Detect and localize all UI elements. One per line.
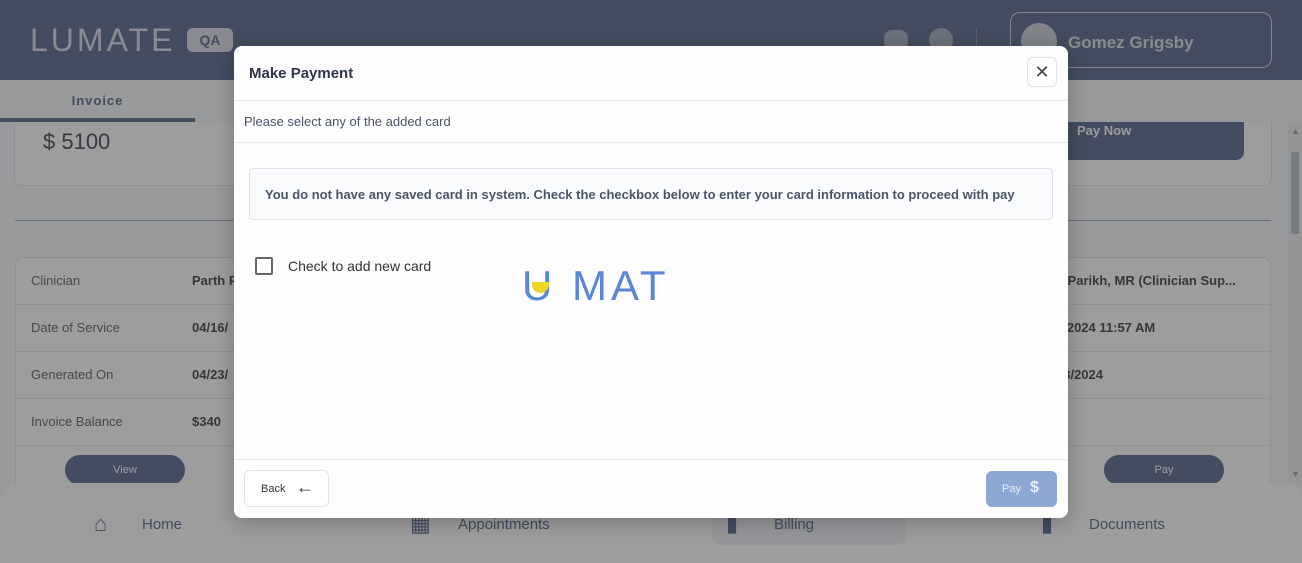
modal-subtitle: Please select any of the added card xyxy=(244,114,451,129)
divider xyxy=(234,142,1068,143)
back-button[interactable]: Back ← xyxy=(244,470,329,507)
close-icon[interactable]: ✕ xyxy=(1027,57,1057,87)
divider xyxy=(234,100,1068,101)
pay-label: Pay xyxy=(1002,483,1021,495)
arrow-left-icon: ← xyxy=(296,477,314,497)
pay-button[interactable]: Pay $ xyxy=(986,471,1057,507)
add-new-card-label[interactable]: Check to add new card xyxy=(288,258,431,274)
loading-logo: U MAT xyxy=(522,262,692,309)
back-label: Back xyxy=(261,483,286,495)
divider xyxy=(234,459,1068,460)
dollar-icon: $ xyxy=(1030,479,1039,496)
no-card-notice: You do not have any saved card in system… xyxy=(249,168,1053,220)
modal-title: Make Payment xyxy=(249,65,354,82)
add-new-card-checkbox[interactable] xyxy=(255,257,273,275)
